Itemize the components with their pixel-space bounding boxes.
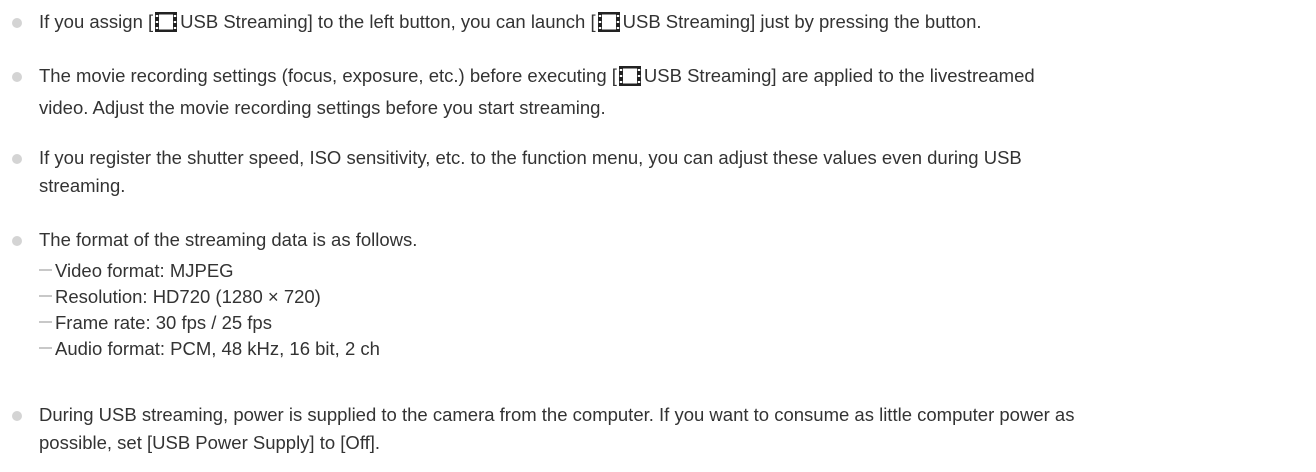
note-line: streaming. (39, 175, 126, 196)
sublist-item-text: Resolution: HD720 (1280 × 720) (55, 286, 321, 307)
dash-icon (39, 347, 52, 349)
bullet-icon (12, 154, 22, 164)
note-line: possible, set [USB Power Supply] to [Off… (39, 432, 381, 453)
note-line: video. Adjust the movie recording settin… (39, 97, 606, 118)
sublist-item: Audio format: PCM, 48 kHz, 16 bit, 2 ch (39, 335, 380, 363)
note-text: If you assign [ USB Streaming] to the lef… (39, 8, 1309, 40)
dash-icon (39, 295, 52, 297)
note-line: The format of the streaming data is as f… (39, 229, 418, 250)
bullet-icon (12, 236, 22, 246)
sublist-item-text: Frame rate: 30 fps / 25 fps (55, 312, 272, 333)
sublist-item: Resolution: HD720 (1280 × 720) (39, 283, 321, 311)
bullet-icon (12, 411, 22, 421)
sublist-item-text: Video format: MJPEG (55, 260, 234, 281)
sublist-item: Video format: MJPEG (39, 257, 234, 285)
sublist-item-text: Audio format: PCM, 48 kHz, 16 bit, 2 ch (55, 338, 380, 359)
movie-icon (618, 66, 641, 94)
note-line: If you assign [ USB Streaming] to the lef… (39, 8, 1309, 40)
dash-icon (39, 321, 52, 323)
note-text-segment: USB Streaming] are applied to the livest… (643, 65, 1035, 86)
note-text: The movie recording settings (focus, exp… (39, 62, 1309, 122)
note-text-segment: The movie recording settings (focus, exp… (39, 65, 617, 86)
note-line: During USB streaming, power is supplied … (39, 404, 1075, 425)
bullet-icon (12, 72, 22, 82)
dash-icon (39, 269, 52, 271)
note-text-segment: USB Streaming] to the left button, you c… (180, 11, 596, 32)
bullet-icon (12, 18, 22, 28)
note-line: If you register the shutter speed, ISO s… (39, 147, 1022, 168)
note-line: The movie recording settings (focus, exp… (39, 62, 1309, 94)
note-text-segment: If you assign [ (39, 11, 154, 32)
note-text: The format of the streaming data is as f… (39, 226, 1309, 254)
note-text-segment: USB Streaming] just by pressing the butt… (622, 11, 982, 32)
movie-icon (155, 12, 178, 40)
movie-icon (597, 12, 620, 40)
sublist-item: Frame rate: 30 fps / 25 fps (39, 309, 272, 337)
note-text: During USB streaming, power is supplied … (39, 401, 1309, 457)
note-text: If you register the shutter speed, ISO s… (39, 144, 1309, 200)
